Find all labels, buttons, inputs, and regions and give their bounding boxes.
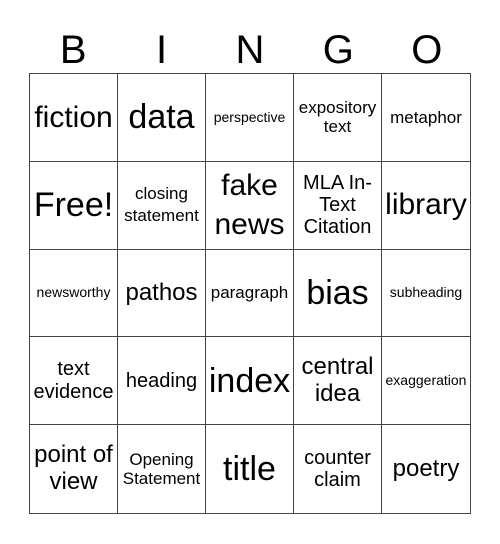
bingo-cell[interactable]: MLA In-Text Citation	[294, 161, 382, 250]
bingo-cell[interactable]: fake news	[206, 161, 294, 250]
bingo-cell[interactable]: newsworthy	[30, 249, 118, 338]
bingo-cell[interactable]: paragraph	[206, 249, 294, 338]
bingo-cell[interactable]: fiction	[30, 74, 118, 162]
bingo-cell[interactable]: text evidence	[30, 337, 118, 426]
header-letter-n: N	[235, 28, 265, 72]
bingo-cell[interactable]: counter claim	[294, 425, 382, 513]
free-space-cell[interactable]: Free!	[30, 161, 118, 250]
bingo-cell[interactable]: heading	[118, 337, 206, 426]
bingo-cell[interactable]: data	[118, 74, 206, 162]
bingo-cell[interactable]: point of view	[30, 425, 118, 513]
bingo-cell[interactable]: perspective	[206, 74, 294, 162]
bingo-cell[interactable]: central idea	[294, 337, 382, 426]
header-letter-b: B	[59, 28, 87, 72]
bingo-header: B I N G O	[29, 28, 471, 72]
bingo-cell[interactable]: poetry	[382, 425, 470, 513]
bingo-cell[interactable]: pathos	[118, 249, 206, 338]
bingo-cell[interactable]: exaggeration	[382, 337, 470, 426]
bingo-cell[interactable]: index	[206, 337, 294, 426]
bingo-cell[interactable]: library	[382, 162, 470, 250]
header-letter-o: O	[411, 28, 443, 72]
bingo-cell[interactable]: title	[206, 425, 294, 513]
bingo-cell[interactable]: expository text	[294, 74, 382, 162]
bingo-cell[interactable]: Opening Statement	[118, 425, 206, 513]
bingo-cell[interactable]: closing statement	[118, 161, 206, 250]
header-letter-g: G	[322, 28, 354, 72]
bingo-cell[interactable]: subheading	[382, 250, 470, 338]
bingo-grid: fiction data perspective expository text…	[29, 73, 471, 514]
bingo-cell[interactable]: metaphor	[382, 74, 470, 162]
header-letter-i: I	[156, 28, 168, 72]
bingo-cell[interactable]: bias	[294, 249, 382, 338]
